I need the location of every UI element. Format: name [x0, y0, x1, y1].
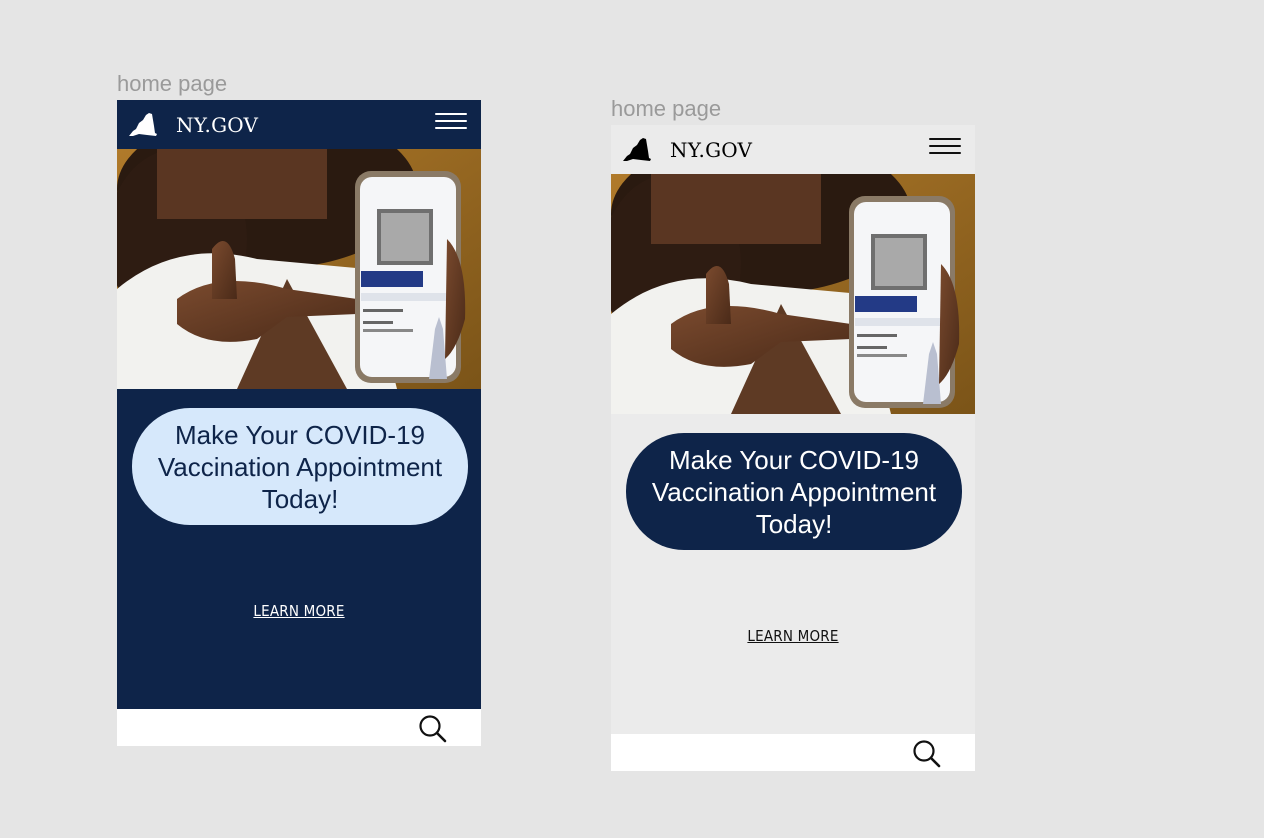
bottom-bar: [117, 709, 481, 746]
brand-title[interactable]: NY.GOV: [670, 138, 752, 162]
hamburger-menu-icon[interactable]: [929, 135, 961, 161]
hero-image: [117, 149, 481, 389]
menu-line: [435, 120, 467, 122]
home-page-frame-dark: NY.GOV Make Your COVID-19 Vaccination Ap…: [117, 100, 481, 746]
vaccination-appointment-button[interactable]: Make Your COVID-19 Vaccination Appointme…: [626, 433, 962, 550]
frame-label: home page: [611, 96, 722, 121]
home-page-frame-light: NY.GOV Make Your COVID-19 Vaccination Ap…: [611, 125, 975, 771]
ny-state-shape-icon[interactable]: [127, 112, 159, 138]
menu-line: [435, 127, 467, 129]
brand-title[interactable]: NY.GOV: [176, 113, 258, 137]
header: NY.GOV: [117, 100, 481, 149]
menu-line: [929, 152, 961, 154]
menu-line: [929, 145, 961, 147]
hero-image: [611, 174, 975, 414]
search-icon[interactable]: [911, 738, 943, 770]
bottom-bar: [611, 734, 975, 771]
cta-text: Make Your COVID-19 Vaccination Appointme…: [651, 444, 937, 539]
ny-state-shape-icon[interactable]: [621, 137, 653, 163]
learn-more-link[interactable]: LEARN MORE: [117, 602, 481, 620]
learn-more-link[interactable]: LEARN MORE: [611, 627, 975, 645]
header: NY.GOV: [611, 125, 975, 174]
cta-text: Make Your COVID-19 Vaccination Appointme…: [157, 419, 443, 514]
vaccination-appointment-button[interactable]: Make Your COVID-19 Vaccination Appointme…: [132, 408, 468, 525]
frame-label: home page: [117, 71, 228, 96]
menu-line: [435, 113, 467, 115]
search-icon[interactable]: [417, 713, 449, 745]
menu-line: [929, 138, 961, 140]
hamburger-menu-icon[interactable]: [435, 110, 467, 136]
